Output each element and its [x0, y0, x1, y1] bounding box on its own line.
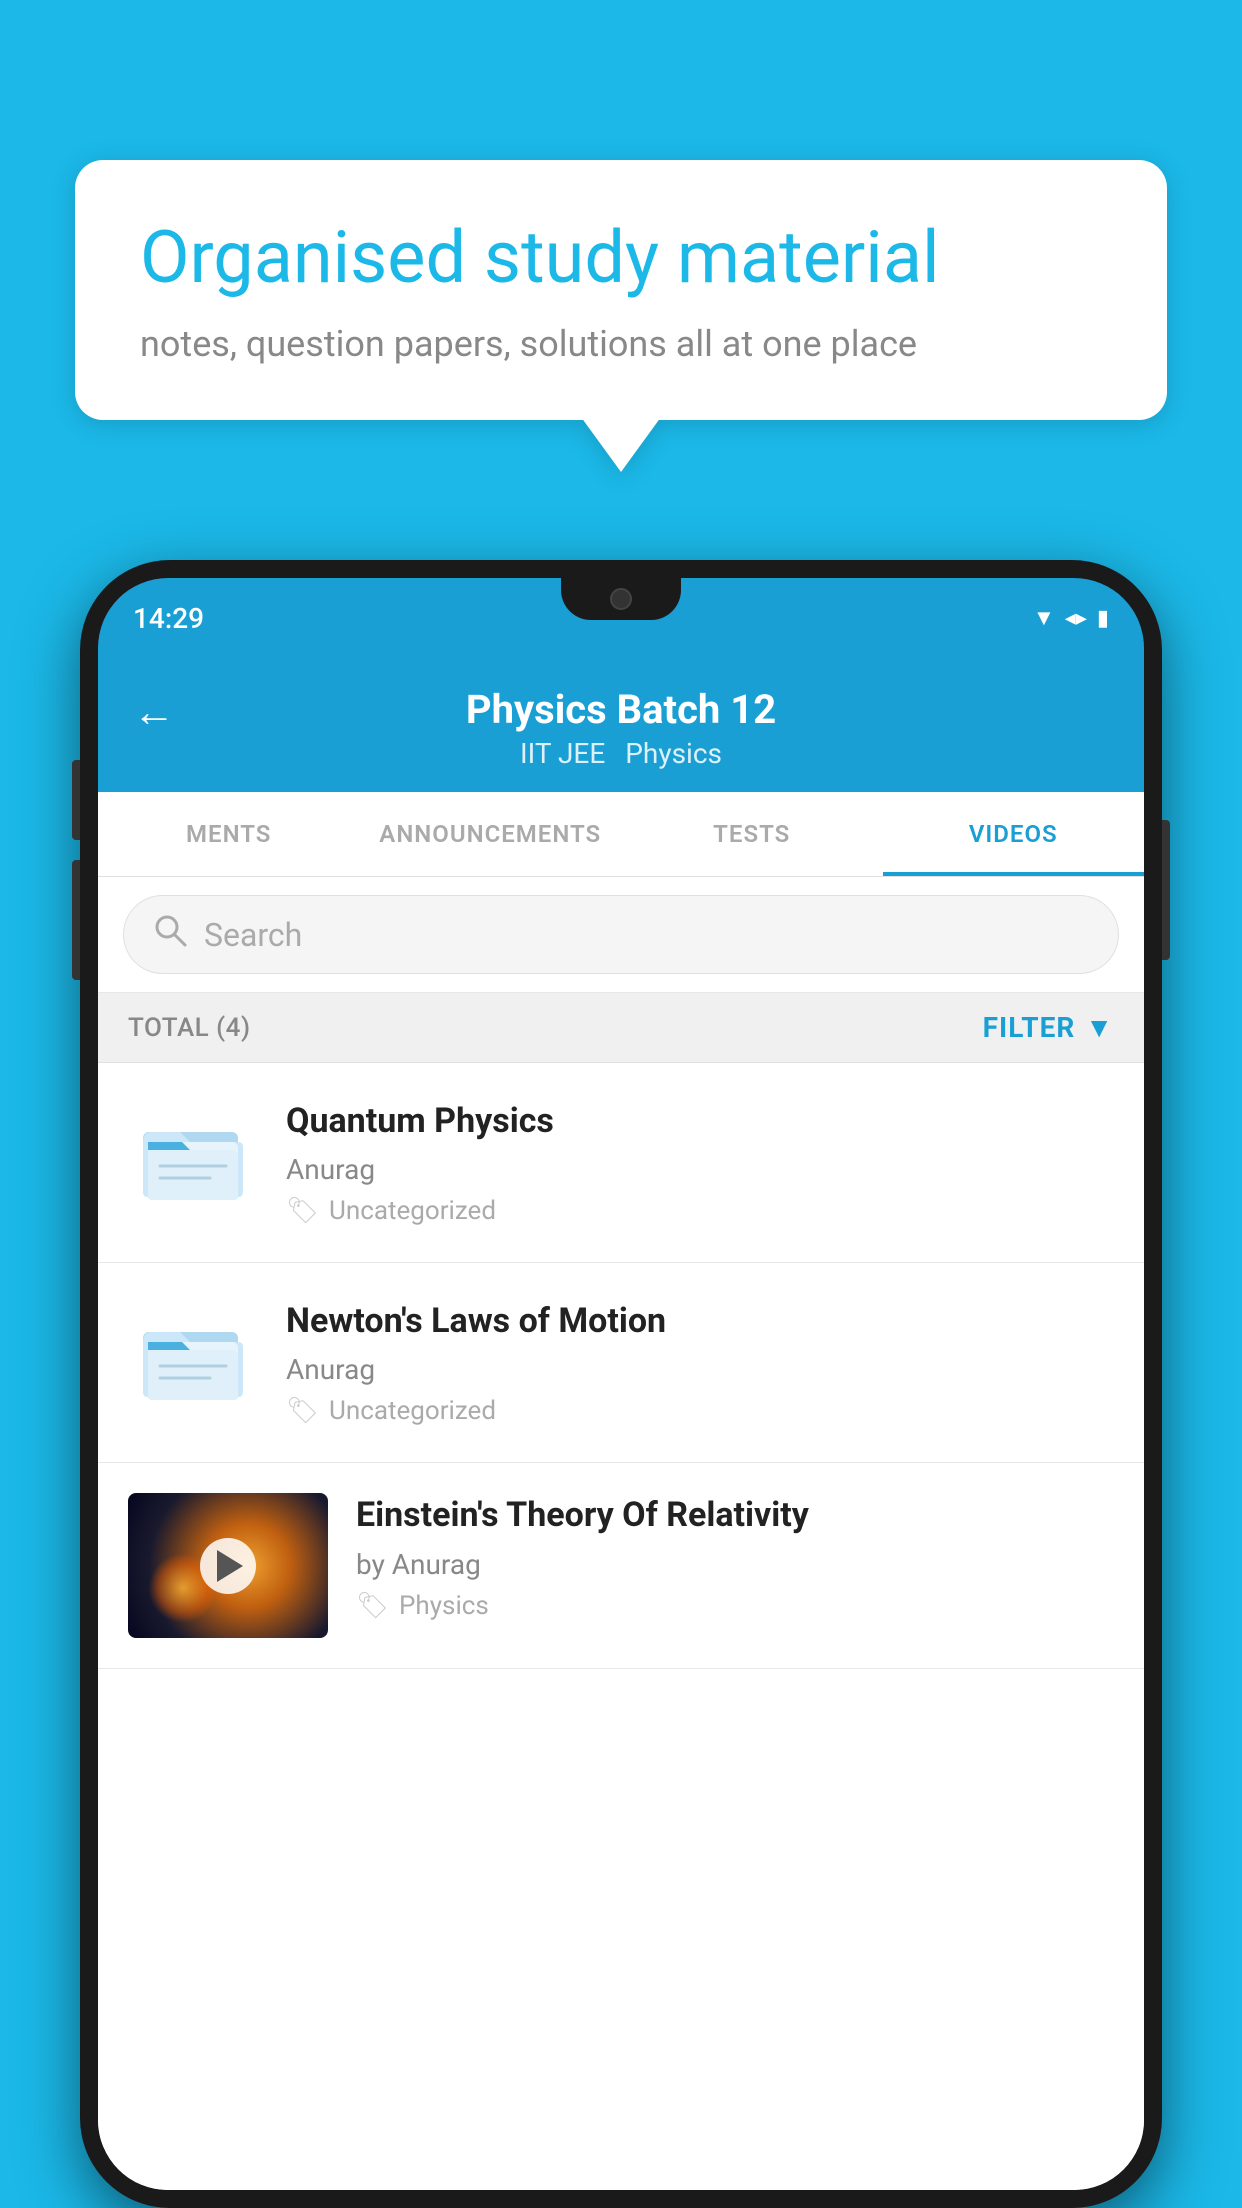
- item-author: by Anurag: [356, 1548, 1114, 1581]
- app-screen: ← Physics Batch 12 IIT JEE Physics MENTS…: [98, 658, 1144, 2190]
- app-header: ← Physics Batch 12 IIT JEE Physics: [98, 658, 1144, 792]
- status-icons: ▼ ◂▸ ▮: [1033, 605, 1109, 631]
- signal-icon: ◂▸: [1065, 606, 1087, 631]
- video-thumbnail: [128, 1493, 328, 1638]
- item-info: Einstein's Theory Of Relativity by Anura…: [356, 1493, 1114, 1620]
- tab-ments[interactable]: MENTS: [98, 792, 360, 876]
- tag-icon: 🏷: [286, 1396, 319, 1426]
- volume-down-button[interactable]: [72, 860, 80, 980]
- tab-announcements[interactable]: ANNOUNCEMENTS: [360, 792, 622, 876]
- wifi-icon: ▼: [1033, 605, 1055, 631]
- play-icon: [217, 1550, 243, 1582]
- item-title: Quantum Physics: [286, 1099, 1114, 1143]
- search-placeholder: Search: [204, 916, 302, 954]
- filter-button[interactable]: FILTER ▼: [983, 1011, 1114, 1044]
- subtitle-iitjee: IIT JEE: [520, 737, 605, 770]
- tag-icon: 🏷: [356, 1591, 389, 1621]
- item-thumbnail: [128, 1299, 258, 1409]
- item-author: Anurag: [286, 1153, 1114, 1186]
- tab-tests[interactable]: TESTS: [621, 792, 883, 876]
- folder-icon: [138, 1304, 248, 1404]
- subtitle-physics: Physics: [625, 737, 722, 770]
- item-tag-text: Uncategorized: [329, 1396, 496, 1426]
- phone-frame: 14:29 ▼ ◂▸ ▮ ← Physics Batch 12 IIT JEE: [80, 560, 1162, 2208]
- filter-label: FILTER: [983, 1011, 1076, 1044]
- status-bar: 14:29 ▼ ◂▸ ▮: [98, 578, 1144, 658]
- item-tag: 🏷 Physics: [356, 1591, 1114, 1621]
- bubble-title: Organised study material: [140, 215, 1102, 301]
- tab-videos[interactable]: VIDEOS: [883, 792, 1145, 876]
- speech-bubble: Organised study material notes, question…: [75, 160, 1167, 420]
- item-thumbnail: [128, 1099, 258, 1209]
- item-tag-text: Uncategorized: [329, 1196, 496, 1226]
- list-item[interactable]: Quantum Physics Anurag 🏷 Uncategorized: [98, 1063, 1144, 1263]
- play-button[interactable]: [200, 1538, 256, 1594]
- search-icon: [152, 912, 188, 957]
- list-item[interactable]: Newton's Laws of Motion Anurag 🏷 Uncateg…: [98, 1263, 1144, 1463]
- folder-icon: [138, 1104, 248, 1204]
- item-author: Anurag: [286, 1353, 1114, 1386]
- list-item[interactable]: Einstein's Theory Of Relativity by Anura…: [98, 1463, 1144, 1669]
- item-tag: 🏷 Uncategorized: [286, 1196, 1114, 1226]
- camera: [610, 588, 632, 610]
- status-time: 14:29: [133, 602, 204, 635]
- notch: [561, 578, 681, 620]
- item-info: Newton's Laws of Motion Anurag 🏷 Uncateg…: [286, 1299, 1114, 1426]
- app-subtitle: IIT JEE Physics: [520, 737, 722, 770]
- app-title: Physics Batch 12: [466, 686, 776, 733]
- search-container: Search: [98, 877, 1144, 993]
- volume-up-button[interactable]: [72, 760, 80, 840]
- tabs-bar: MENTS ANNOUNCEMENTS TESTS VIDEOS: [98, 792, 1144, 877]
- filter-row: TOTAL (4) FILTER ▼: [98, 993, 1144, 1063]
- video-list: Quantum Physics Anurag 🏷 Uncategorized: [98, 1063, 1144, 2190]
- item-tag-text: Physics: [399, 1591, 489, 1621]
- back-button[interactable]: ←: [133, 688, 175, 737]
- item-info: Quantum Physics Anurag 🏷 Uncategorized: [286, 1099, 1114, 1226]
- search-bar[interactable]: Search: [123, 895, 1119, 974]
- filter-icon: ▼: [1085, 1011, 1114, 1044]
- tag-icon: 🏷: [286, 1196, 319, 1226]
- item-title: Newton's Laws of Motion: [286, 1299, 1114, 1343]
- total-count: TOTAL (4): [128, 1013, 251, 1043]
- item-title: Einstein's Theory Of Relativity: [356, 1493, 1114, 1537]
- power-button[interactable]: [1162, 820, 1170, 960]
- bubble-subtitle: notes, question papers, solutions all at…: [140, 323, 1102, 365]
- battery-icon: ▮: [1097, 606, 1109, 631]
- phone-body: 14:29 ▼ ◂▸ ▮ ← Physics Batch 12 IIT JEE: [80, 560, 1162, 2208]
- item-tag: 🏷 Uncategorized: [286, 1396, 1114, 1426]
- app-background: Organised study material notes, question…: [0, 0, 1242, 2208]
